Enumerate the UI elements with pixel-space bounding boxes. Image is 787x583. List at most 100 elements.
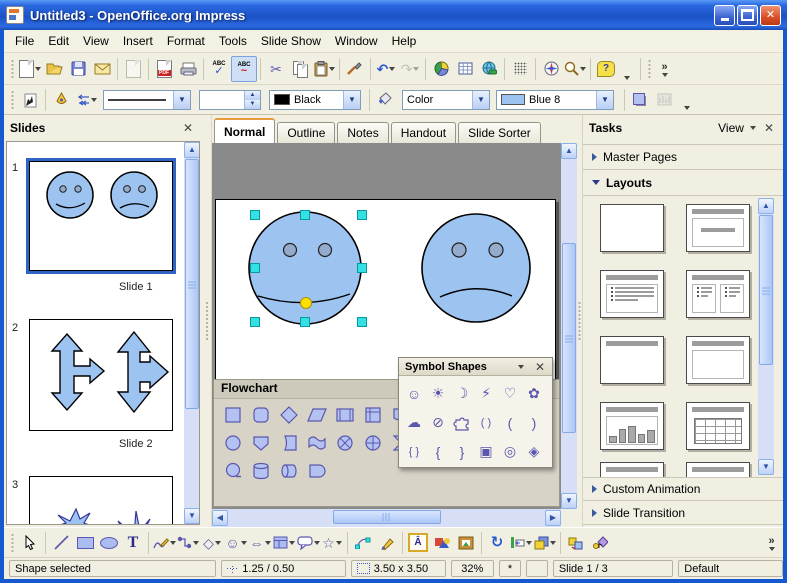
slide-thumbnail-1[interactable]: [26, 158, 176, 274]
fill-type-dropdown-arrow[interactable]: ▼: [472, 91, 489, 109]
flower-shape-button[interactable]: ✿: [522, 379, 546, 408]
layout-partial-2[interactable]: [686, 462, 750, 477]
zoom-button[interactable]: [563, 57, 587, 81]
spellcheck-button[interactable]: ABC✓: [207, 57, 231, 81]
prohibited-shape-button[interactable]: ⊘: [426, 408, 450, 437]
flowchart-sequential-access-button[interactable]: [222, 460, 243, 481]
line-style-dropdown-arrow[interactable]: ▼: [173, 91, 190, 109]
left-bracket-shape-button[interactable]: (: [498, 408, 522, 437]
adjust-handle[interactable]: [301, 298, 312, 309]
slides-splitter[interactable]: [202, 115, 212, 527]
layouts-scrollbar-thumb[interactable]: [759, 215, 773, 365]
gallery-button[interactable]: [454, 531, 478, 555]
undo-button[interactable]: ↶: [374, 57, 398, 81]
cut-button[interactable]: ✂: [264, 57, 288, 81]
canvas-hscroll-thumb[interactable]: [333, 510, 441, 524]
ellipse-tool-button[interactable]: [97, 531, 121, 555]
drawbar-more-chevron[interactable]: »: [768, 535, 774, 547]
scroll-down-icon[interactable]: ▼: [561, 493, 577, 509]
tasks-view-arrow[interactable]: [750, 126, 756, 130]
text-tool-button[interactable]: T: [121, 531, 145, 555]
tab-slide-sorter[interactable]: Slide Sorter: [458, 122, 541, 143]
lightning-shape-button[interactable]: ⚡: [474, 379, 498, 408]
slides-scrollbar[interactable]: ▲ ▼: [184, 142, 200, 524]
arrow-style-button[interactable]: [73, 88, 97, 112]
menu-slide-show[interactable]: Slide Show: [254, 30, 328, 52]
from-file-button[interactable]: [430, 531, 454, 555]
double-bracket-shape-button[interactable]: ( ): [474, 408, 498, 437]
rectangle-tool-button[interactable]: [73, 531, 97, 555]
interaction-button[interactable]: [588, 531, 612, 555]
menu-window[interactable]: Window: [328, 30, 385, 52]
edit-points-button[interactable]: [18, 88, 42, 112]
flowchart-delay-button[interactable]: [306, 460, 327, 481]
status-size[interactable]: 3.50 x 3.50: [351, 560, 446, 577]
line-tool-button[interactable]: [49, 531, 73, 555]
symbol-shapes-button[interactable]: ☺: [224, 531, 248, 555]
layout-title-chart[interactable]: [600, 402, 664, 450]
basic-shapes-button[interactable]: ◇: [200, 531, 224, 555]
flowchart-button[interactable]: [272, 531, 296, 555]
heart-shape-button[interactable]: ♡: [498, 379, 522, 408]
toolbar-options-arrow[interactable]: [624, 76, 630, 80]
sun-shape-button[interactable]: ☀: [426, 379, 450, 408]
shadow-button[interactable]: [628, 88, 652, 112]
square-bevel-shape-button[interactable]: ▣: [474, 437, 498, 466]
fill-type-select[interactable]: Color ▼: [402, 90, 490, 110]
scroll-up-icon[interactable]: ▲: [561, 143, 577, 159]
section-slide-transition[interactable]: Slide Transition: [583, 501, 783, 525]
layout-partial-1[interactable]: [600, 462, 664, 477]
drawbar-more-arrow[interactable]: [769, 547, 775, 551]
symbol-shapes-menu-arrow[interactable]: [518, 365, 524, 369]
scroll-left-icon[interactable]: ◀: [212, 510, 228, 526]
redo-button[interactable]: ↷: [398, 57, 422, 81]
rotate-button[interactable]: ↻: [485, 531, 509, 555]
flowchart-tape-button[interactable]: [306, 432, 327, 453]
symbol-shapes-title-bar[interactable]: Symbol Shapes ✕: [399, 358, 552, 376]
octagon-bevel-shape-button[interactable]: ◎: [498, 437, 522, 466]
layout-title-content[interactable]: [686, 204, 750, 252]
3d-settings-button[interactable]: [652, 88, 676, 112]
section-custom-animation[interactable]: Custom Animation: [583, 477, 783, 501]
format-paintbrush-button[interactable]: [343, 57, 367, 81]
fill-color-select[interactable]: Blue 8 ▼: [496, 90, 614, 110]
new-document-button[interactable]: [18, 57, 42, 81]
symbol-shapes-close-icon[interactable]: ✕: [532, 360, 548, 374]
flowchart-alternate-process-button[interactable]: [250, 404, 271, 425]
section-master-pages[interactable]: Master Pages: [583, 144, 783, 170]
canvas-vertical-scrollbar[interactable]: ▲ ▼: [561, 143, 577, 509]
line-width-input[interactable]: ▲▼: [199, 90, 261, 110]
extrusion-button[interactable]: [564, 531, 588, 555]
fill-color-dropdown-arrow[interactable]: ▼: [596, 91, 613, 109]
print-button[interactable]: [176, 57, 200, 81]
paste-button[interactable]: [312, 57, 336, 81]
tab-normal[interactable]: Normal: [214, 118, 275, 143]
status-position[interactable]: 1.25 / 0.50: [221, 560, 345, 577]
connector-tool-button[interactable]: [176, 531, 200, 555]
layouts-scrollbar[interactable]: ▲ ▼: [758, 198, 774, 475]
right-bracket-shape-button[interactable]: ): [522, 408, 546, 437]
scroll-down-icon[interactable]: ▼: [184, 508, 200, 524]
alignment-button[interactable]: [509, 531, 533, 555]
status-template[interactable]: Default: [678, 560, 783, 577]
flowchart-off-page-connector-button[interactable]: [250, 432, 271, 453]
smiley-face-shape-selected[interactable]: [244, 204, 372, 330]
flowchart-process-button[interactable]: [222, 404, 243, 425]
flowchart-or-button[interactable]: [334, 432, 355, 453]
line-color-dropdown-arrow[interactable]: ▼: [343, 91, 360, 109]
menu-view[interactable]: View: [76, 30, 116, 52]
arrange-button[interactable]: [533, 531, 557, 555]
section-layouts[interactable]: Layouts: [583, 170, 783, 196]
flowchart-decision-button[interactable]: [278, 404, 299, 425]
right-brace-shape-button[interactable]: }: [450, 437, 474, 466]
diamond-bevel-shape-button[interactable]: ◈: [522, 437, 546, 466]
edit-file-button[interactable]: [121, 57, 145, 81]
autospellcheck-button[interactable]: ABC~: [231, 56, 257, 82]
tab-outline[interactable]: Outline: [277, 122, 335, 143]
menu-tools[interactable]: Tools: [212, 30, 254, 52]
canvas-vscroll-thumb[interactable]: [562, 243, 576, 433]
block-arrows-button[interactable]: ⇔: [248, 531, 272, 555]
slide-thumbnail-3[interactable]: [29, 476, 173, 525]
flowchart-internal-storage-button[interactable]: [362, 404, 383, 425]
flowchart-predefined-process-button[interactable]: [334, 404, 355, 425]
